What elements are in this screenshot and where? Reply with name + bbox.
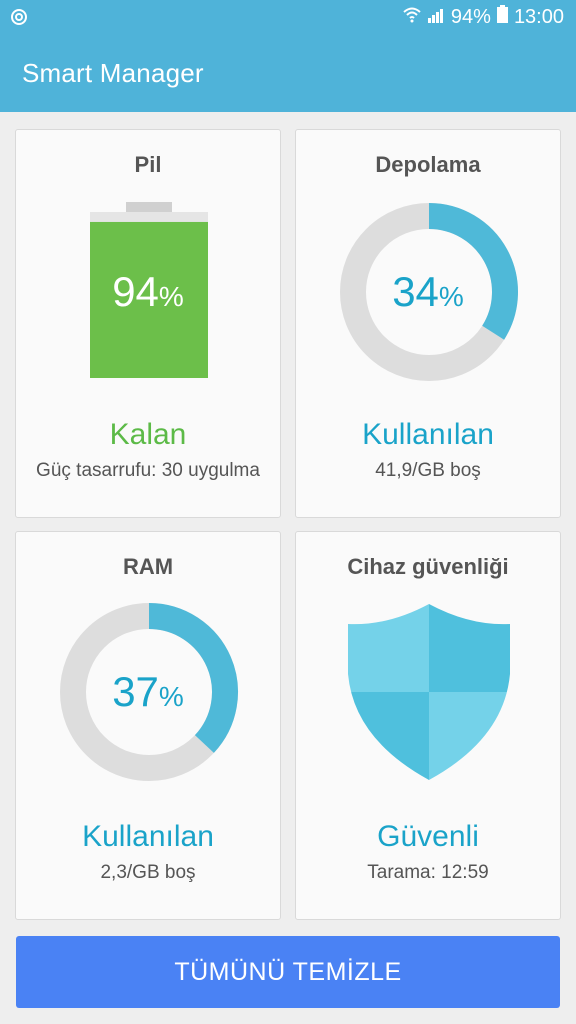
storage-subtitle: 41,9/GB boş bbox=[375, 460, 481, 481]
clock: 13:00 bbox=[513, 5, 564, 28]
ram-subtitle: 2,3/GB boş bbox=[100, 862, 196, 883]
storage-card[interactable]: Depolama 34% Kullanılan 41,9/GB boş bbox=[295, 129, 561, 518]
ram-percentage: 37% bbox=[16, 668, 280, 716]
storage-percentage: 34% bbox=[296, 268, 560, 316]
app-title: Smart Manager bbox=[22, 58, 204, 88]
ram-value: 37 bbox=[112, 668, 159, 715]
battery-card[interactable]: Pil 94% Kalan Güç tasarrufu: 30 uygulma bbox=[15, 129, 281, 518]
security-status: Güvenli bbox=[377, 820, 479, 853]
ram-card[interactable]: RAM 37% Kullanılan 2,3/GB boş bbox=[15, 531, 281, 920]
storage-value: 34 bbox=[392, 268, 439, 315]
security-card-title: Cihaz güvenliği bbox=[347, 554, 509, 579]
wifi-icon bbox=[403, 6, 421, 29]
ram-status: Kullanılan bbox=[82, 820, 214, 853]
signal-icon bbox=[427, 6, 445, 29]
shield-icon bbox=[348, 604, 510, 780]
battery-subtitle: Güç tasarrufu: 30 uygulma bbox=[36, 460, 260, 481]
smart-manager-status-icon bbox=[10, 8, 28, 31]
clean-all-button[interactable]: TÜMÜNÜ TEMİZLE bbox=[16, 936, 560, 1008]
battery-percent-text: 94% bbox=[450, 5, 491, 28]
ram-unit: % bbox=[158, 681, 184, 712]
battery-status: Kalan bbox=[109, 418, 187, 451]
battery-value: 94 bbox=[112, 268, 159, 315]
storage-card-title: Depolama bbox=[375, 152, 481, 177]
storage-status: Kullanılan bbox=[362, 418, 494, 451]
security-card[interactable]: Cihaz güvenliği Güvenli Tarama: 12:59 bbox=[295, 531, 561, 920]
status-bar: 94% 13:00 bbox=[0, 0, 576, 36]
battery-icon bbox=[496, 5, 508, 29]
security-subtitle: Tarama: 12:59 bbox=[367, 862, 489, 883]
battery-card-title: Pil bbox=[134, 152, 162, 177]
ram-card-title: RAM bbox=[122, 554, 174, 579]
storage-unit: % bbox=[438, 281, 464, 312]
battery-unit: % bbox=[158, 281, 184, 312]
battery-percentage: 94% bbox=[16, 268, 280, 316]
app-bar: Smart Manager bbox=[0, 36, 576, 112]
